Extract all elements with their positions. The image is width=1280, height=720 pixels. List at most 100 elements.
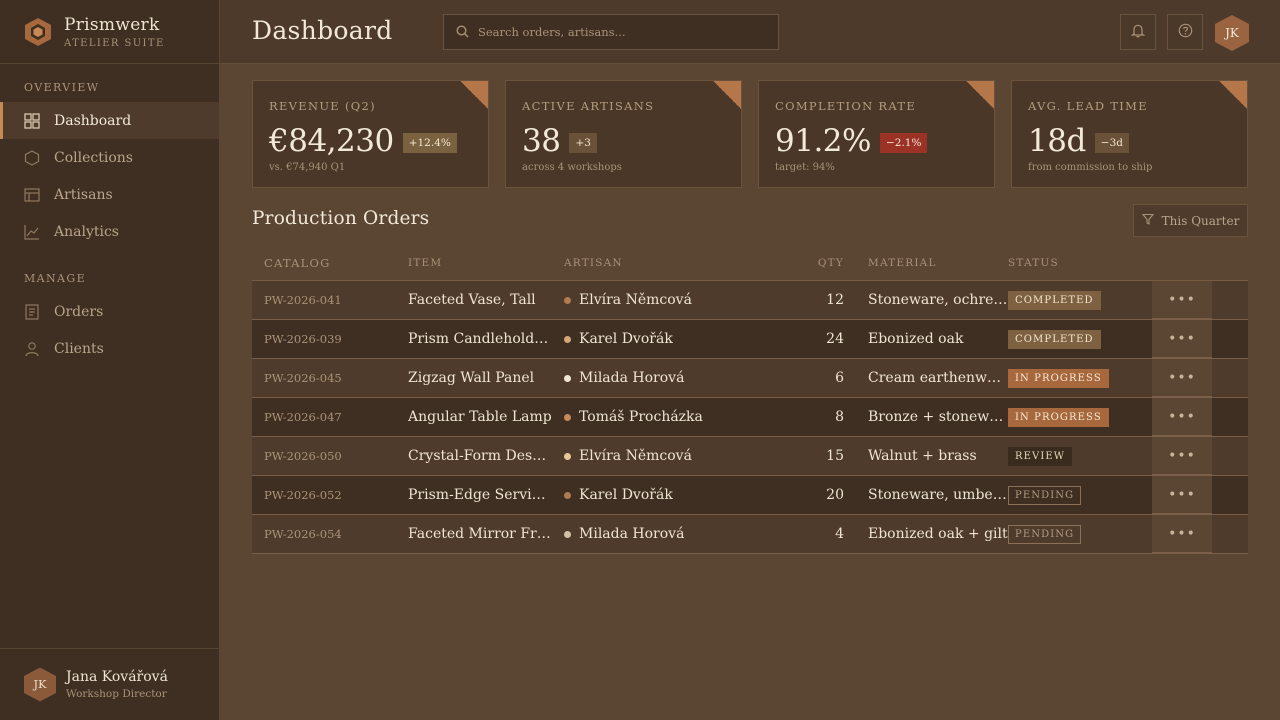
help-button[interactable] bbox=[1167, 14, 1203, 50]
kpi-delta-badge: −3d bbox=[1094, 133, 1129, 153]
quarter-filter-button[interactable]: This Quarter bbox=[1133, 204, 1248, 237]
kpi-label: COMPLETION RATE bbox=[775, 99, 917, 113]
kpi-value: 91.2% bbox=[775, 123, 871, 159]
kpi-label: ACTIVE ARTISANS bbox=[522, 99, 655, 113]
kpi-subtext: vs. €74,940 Q1 bbox=[269, 162, 346, 173]
hexagon-icon bbox=[24, 149, 40, 166]
artisan-dot bbox=[564, 374, 571, 382]
kpi-value: €84,230 bbox=[269, 123, 394, 159]
material-cell: Stoneware, umber glaze bbox=[868, 487, 1008, 503]
search-input[interactable] bbox=[478, 25, 768, 39]
table-row[interactable]: PW-2026-041 Faceted Vase, Tall Elvíra Ně… bbox=[252, 281, 1248, 320]
sidebar-item-clients[interactable]: Clients bbox=[0, 330, 219, 367]
artisan-cell: Tomáš Procházka bbox=[564, 409, 784, 425]
row-actions-button[interactable]: ••• bbox=[1152, 437, 1212, 475]
table-row[interactable]: PW-2026-054 Faceted Mirror Frame Milada … bbox=[252, 515, 1248, 554]
artisan-cell: Milada Horová bbox=[564, 370, 784, 386]
brand[interactable]: Prismwerk ATELIER SUITE bbox=[0, 0, 219, 64]
nav-section-overview: OVERVIEW bbox=[24, 81, 100, 94]
row-actions-button[interactable]: ••• bbox=[1152, 476, 1212, 514]
status-badge: IN PROGRESS bbox=[1008, 368, 1109, 388]
material-cell: Cream earthenware bbox=[868, 370, 1008, 386]
sidebar-item-collections[interactable]: Collections bbox=[0, 139, 219, 176]
row-actions-button[interactable]: ••• bbox=[1152, 281, 1212, 319]
avatar: JK bbox=[24, 667, 56, 702]
table-row[interactable]: PW-2026-039 Prism Candleholder Set Karel… bbox=[252, 320, 1248, 359]
brand-name: Prismwerk bbox=[64, 14, 160, 35]
column-header-catalog[interactable]: CATALOG bbox=[252, 256, 408, 270]
kpi-delta-badge: +12.4% bbox=[402, 133, 457, 153]
item-cell: Crystal-Form Desk Object bbox=[408, 448, 564, 464]
table-row[interactable]: PW-2026-052 Prism-Edge Serving Tray Kare… bbox=[252, 476, 1248, 515]
more-icon: ••• bbox=[1168, 447, 1196, 464]
artisan-dot bbox=[564, 413, 571, 421]
row-actions-button[interactable]: ••• bbox=[1152, 398, 1212, 436]
table-row[interactable]: PW-2026-050 Crystal-Form Desk Object Elv… bbox=[252, 437, 1248, 476]
sidebar-item-label: Analytics bbox=[54, 223, 119, 240]
status-cell: REVIEW bbox=[1008, 446, 1152, 466]
filter-icon bbox=[1141, 213, 1154, 228]
kpi-subtext: from commission to ship bbox=[1028, 162, 1153, 173]
artisan-dot bbox=[564, 296, 571, 304]
column-header-qty[interactable]: QTY bbox=[784, 257, 852, 269]
filter-label: This Quarter bbox=[1161, 213, 1240, 228]
sidebar-item-label: Collections bbox=[54, 149, 133, 166]
item-cell: Faceted Vase, Tall bbox=[408, 292, 536, 308]
more-icon: ••• bbox=[1168, 408, 1196, 425]
status-cell: PENDING bbox=[1008, 485, 1152, 505]
item-cell: Angular Table Lamp bbox=[408, 409, 552, 425]
artisan-name: Karel Dvořák bbox=[579, 487, 673, 503]
chart-line-icon bbox=[24, 224, 40, 240]
layout-icon bbox=[24, 187, 40, 203]
column-header-status[interactable]: STATUS bbox=[1008, 257, 1152, 269]
kpi-subtext: target: 94% bbox=[775, 162, 835, 173]
kpi-card-active-artisans: ACTIVE ARTISANS 38 +3 across 4 workshops bbox=[505, 80, 742, 188]
material-cell: Ebonized oak + gilt bbox=[868, 526, 1008, 542]
table-row[interactable]: PW-2026-047 Angular Table Lamp Tomáš Pro… bbox=[252, 398, 1248, 437]
artisan-cell: Elvíra Němcová bbox=[564, 292, 784, 308]
material-cell: Walnut + brass bbox=[868, 448, 977, 464]
artisan-cell: Elvíra Němcová bbox=[564, 448, 784, 464]
qty-cell: 20 bbox=[826, 487, 844, 503]
brand-subtitle: ATELIER SUITE bbox=[64, 37, 165, 49]
kpi-subtext: across 4 workshops bbox=[522, 162, 622, 173]
status-cell: IN PROGRESS bbox=[1008, 368, 1152, 388]
row-actions-button[interactable]: ••• bbox=[1152, 359, 1212, 397]
artisan-name: Elvíra Němcová bbox=[579, 448, 692, 464]
logo-hexagon-icon bbox=[25, 17, 51, 46]
sidebar-item-dashboard[interactable]: Dashboard bbox=[0, 102, 219, 139]
avatar-button[interactable]: JK bbox=[1215, 15, 1249, 51]
status-cell: COMPLETED bbox=[1008, 290, 1152, 310]
artisan-dot bbox=[564, 452, 571, 460]
column-header-material[interactable]: MATERIAL bbox=[852, 257, 1008, 269]
sidebar-item-label: Clients bbox=[54, 340, 104, 357]
table-row[interactable]: PW-2026-045 Zigzag Wall Panel Milada Hor… bbox=[252, 359, 1248, 398]
kpi-label: REVENUE (Q2) bbox=[269, 99, 376, 113]
more-icon: ••• bbox=[1168, 525, 1196, 542]
row-actions-button[interactable]: ••• bbox=[1152, 320, 1212, 358]
status-badge: IN PROGRESS bbox=[1008, 407, 1109, 427]
current-user[interactable]: JK Jana Kovářová Workshop Director bbox=[0, 648, 219, 720]
column-header-item[interactable]: ITEM bbox=[408, 257, 564, 269]
row-actions-button[interactable]: ••• bbox=[1152, 515, 1212, 553]
catalog-cell: PW-2026-041 bbox=[264, 293, 342, 307]
status-cell: COMPLETED bbox=[1008, 329, 1152, 349]
artisan-cell: Karel Dvořák bbox=[564, 487, 784, 503]
sidebar-item-orders[interactable]: Orders bbox=[0, 293, 219, 330]
artisan-dot bbox=[564, 491, 571, 499]
status-badge: COMPLETED bbox=[1008, 329, 1101, 349]
item-cell: Prism Candleholder Set bbox=[408, 331, 564, 347]
catalog-cell: PW-2026-045 bbox=[264, 371, 342, 385]
column-header-artisan[interactable]: ARTISAN bbox=[564, 257, 784, 269]
catalog-cell: PW-2026-039 bbox=[264, 332, 342, 346]
kpi-value: 18d bbox=[1028, 123, 1086, 159]
notifications-button[interactable] bbox=[1120, 14, 1156, 50]
artisan-cell: Milada Horová bbox=[564, 526, 784, 542]
item-cell: Prism-Edge Serving Tray bbox=[408, 487, 564, 503]
sidebar-item-analytics[interactable]: Analytics bbox=[0, 213, 219, 250]
user-role: Workshop Director bbox=[66, 688, 167, 700]
sidebar-item-artisans[interactable]: Artisans bbox=[0, 176, 219, 213]
search-box[interactable] bbox=[443, 14, 779, 50]
top-header: Dashboard JK bbox=[220, 0, 1280, 64]
artisan-name: Tomáš Procházka bbox=[579, 409, 703, 425]
